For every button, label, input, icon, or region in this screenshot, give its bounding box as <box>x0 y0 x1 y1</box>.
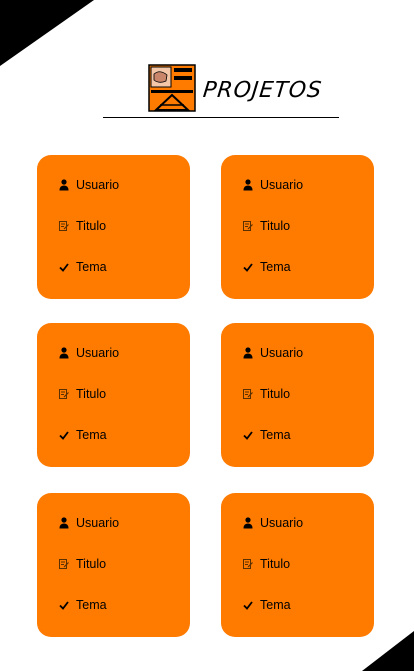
card-title-row: Titulo <box>59 556 106 572</box>
card-topic-row: Tema <box>59 427 107 443</box>
card-user-label: Usuario <box>260 346 304 360</box>
page-header: PROJETOS <box>103 64 339 118</box>
card-title-row: Titulo <box>243 386 290 402</box>
edit-note-icon <box>243 389 253 399</box>
card-title-label: Titulo <box>76 557 107 571</box>
card-topic-row: Tema <box>243 427 291 443</box>
card-user-row: Usuario <box>243 345 303 361</box>
check-icon <box>243 263 253 272</box>
card-topic-row: Tema <box>59 259 107 275</box>
check-icon <box>59 431 69 440</box>
card-title-row: Titulo <box>243 556 290 572</box>
check-icon <box>59 601 69 610</box>
person-icon <box>59 179 69 191</box>
edit-note-icon <box>59 389 69 399</box>
person-icon <box>243 517 253 529</box>
person-icon <box>59 347 69 359</box>
card-topic-row: Tema <box>243 597 291 613</box>
check-icon <box>59 263 69 272</box>
card-title-label: Titulo <box>260 387 291 401</box>
header-divider <box>103 117 339 118</box>
project-card[interactable]: Usuario Titulo Tema <box>221 323 374 467</box>
card-title-label: Titulo <box>260 557 291 571</box>
card-user-row: Usuario <box>59 345 119 361</box>
card-topic-label: Tema <box>76 598 107 612</box>
corner-decoration-top-left <box>0 0 94 66</box>
card-topic-label: Tema <box>76 428 107 442</box>
person-icon <box>243 179 253 191</box>
page-title: PROJETOS <box>201 78 324 103</box>
card-topic-label: Tema <box>260 260 291 274</box>
edit-note-icon <box>59 221 69 231</box>
project-card[interactable]: Usuario Titulo Tema <box>37 155 190 299</box>
person-icon <box>59 517 69 529</box>
card-topic-row: Tema <box>59 597 107 613</box>
project-card[interactable]: Usuario Titulo Tema <box>221 155 374 299</box>
card-title-row: Titulo <box>243 218 290 234</box>
person-icon <box>243 347 253 359</box>
card-user-row: Usuario <box>59 515 119 531</box>
card-user-label: Usuario <box>76 346 120 360</box>
corner-decoration-bottom-right <box>362 631 414 671</box>
card-user-row: Usuario <box>243 177 303 193</box>
card-topic-row: Tema <box>243 259 291 275</box>
card-title-row: Titulo <box>59 218 106 234</box>
card-title-row: Titulo <box>59 386 106 402</box>
card-title-label: Titulo <box>76 219 107 233</box>
card-topic-label: Tema <box>260 428 291 442</box>
card-user-row: Usuario <box>243 515 303 531</box>
edit-note-icon <box>243 559 253 569</box>
projects-logo-icon <box>148 64 196 112</box>
edit-note-icon <box>243 221 253 231</box>
project-card[interactable]: Usuario Titulo Tema <box>37 493 190 637</box>
card-user-row: Usuario <box>59 177 119 193</box>
project-card[interactable]: Usuario Titulo Tema <box>221 493 374 637</box>
card-topic-label: Tema <box>260 598 291 612</box>
project-card[interactable]: Usuario Titulo Tema <box>37 323 190 467</box>
card-user-label: Usuario <box>76 516 120 530</box>
card-user-label: Usuario <box>76 178 120 192</box>
edit-note-icon <box>59 559 69 569</box>
card-topic-label: Tema <box>76 260 107 274</box>
card-user-label: Usuario <box>260 516 304 530</box>
check-icon <box>243 431 253 440</box>
card-title-label: Titulo <box>260 219 291 233</box>
card-user-label: Usuario <box>260 178 304 192</box>
card-title-label: Titulo <box>76 387 107 401</box>
check-icon <box>243 601 253 610</box>
